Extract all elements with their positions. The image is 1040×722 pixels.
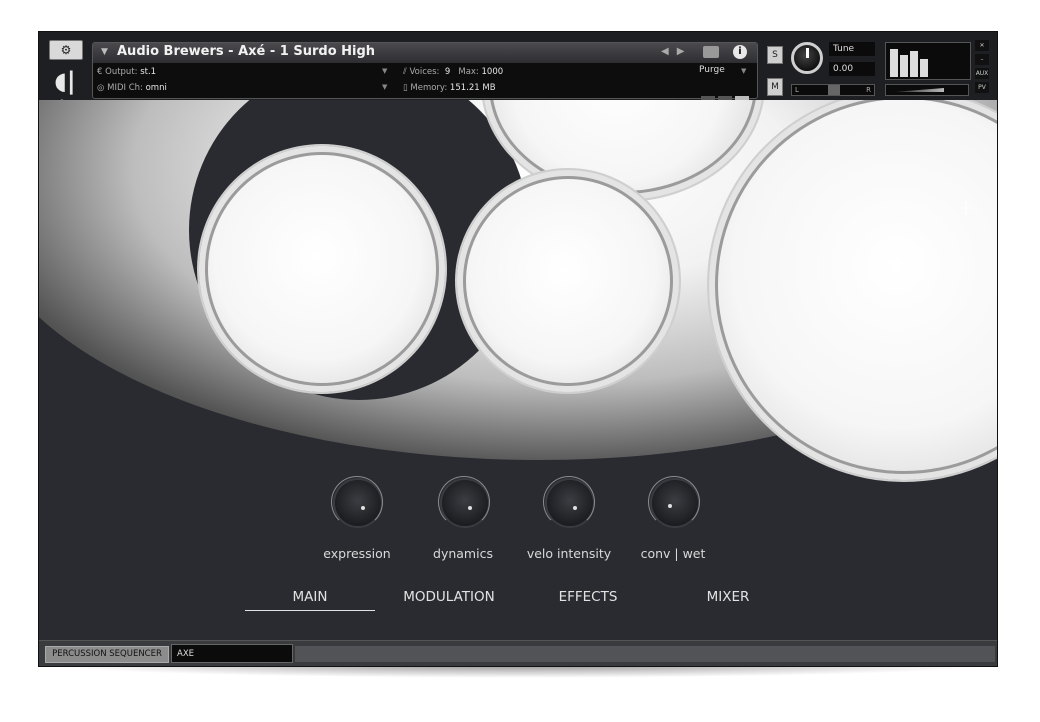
volume-slider[interactable] — [885, 84, 969, 96]
pv-button[interactable]: PV — [975, 82, 989, 93]
dynamics-knob[interactable] — [438, 476, 490, 528]
pan-left-label: L — [795, 86, 799, 94]
pan-right-label: R — [866, 86, 871, 94]
voices-value: 9 — [444, 67, 451, 77]
voices-label: Voices: — [409, 67, 440, 77]
instrument-header: ⚙ ◖|◗ ▼ Audio Brewers - Axé - 1 Surdo Hi… — [39, 32, 997, 120]
conv-wet-label: conv | wet — [640, 546, 706, 561]
conv-wet-knob[interactable] — [648, 476, 700, 528]
bottom-tab-bar: PERCUSSION SEQUENCER AXE — [39, 640, 997, 666]
tab-mixer[interactable]: MIXER — [663, 589, 793, 605]
close-icon[interactable]: ✕ — [975, 40, 989, 51]
drum-artwork: + — [39, 100, 997, 500]
velo-intensity-knob[interactable] — [543, 476, 595, 528]
midi-row: ◎ MIDI Ch: omni ▼ ▯ Memory: 151.21 MB — [97, 83, 496, 93]
output-row: € Output: st.1 ▼ ⫽ Voices: 9 Max: 1000 — [97, 67, 504, 77]
level-meter — [885, 42, 971, 80]
prev-next-arrows-icon[interactable]: ◀▶ — [661, 46, 692, 57]
logo-icon: ◖|◗ — [54, 67, 76, 120]
output-value[interactable]: st.1 — [140, 67, 156, 77]
instrument-info-box: ▼ Audio Brewers - Axé - 1 Surdo High ◀▶ … — [92, 42, 758, 100]
minimize-icon[interactable]: – — [975, 54, 989, 65]
memory-label: Memory: — [410, 83, 448, 93]
tab-modulation[interactable]: MODULATION — [384, 589, 514, 605]
wrench-icon[interactable]: ⚙ — [49, 40, 83, 60]
tune-knob[interactable] — [791, 42, 823, 74]
title-row: ▼ Audio Brewers - Axé - 1 Surdo High ◀▶ … — [93, 43, 757, 63]
midi-dropdown-icon[interactable]: ▼ — [382, 83, 387, 91]
tune-value[interactable]: 0.00 — [829, 62, 875, 76]
output-dropdown-icon[interactable]: ▼ — [382, 67, 387, 75]
tab-percussion-sequencer[interactable]: PERCUSSION SEQUENCER — [45, 646, 169, 663]
tab-main[interactable]: MAIN — [245, 589, 375, 605]
midi-value[interactable]: omni — [146, 83, 167, 93]
drum-left — [199, 146, 445, 392]
max-label: Max: — [458, 67, 479, 77]
aux-button[interactable]: AUX — [975, 68, 989, 79]
crosshair-icon: + — [957, 196, 976, 221]
solo-button[interactable]: S — [767, 46, 783, 64]
tune-label: Tune — [829, 42, 875, 56]
kontakt-instrument-window: ⚙ ◖|◗ ▼ Audio Brewers - Axé - 1 Surdo Hi… — [38, 31, 998, 667]
tab-axe[interactable]: AXE — [171, 644, 293, 663]
pan-slider[interactable]: L R — [791, 84, 875, 96]
drum-middle — [457, 170, 679, 392]
midi-label: MIDI Ch: — [107, 83, 143, 93]
expression-knob[interactable] — [331, 476, 383, 528]
mute-button[interactable]: M — [767, 78, 783, 96]
memory-value: 151.21 MB — [449, 83, 496, 93]
max-voices-value[interactable]: 1000 — [482, 67, 504, 77]
purge-dropdown-icon[interactable]: ▼ — [741, 67, 746, 75]
pan-handle[interactable] — [828, 85, 840, 95]
purge-button[interactable]: Purge — [699, 65, 725, 75]
info-icon[interactable]: i — [733, 45, 747, 59]
active-tab-underline — [245, 610, 375, 611]
collapse-arrow-icon[interactable]: ▼ — [101, 47, 108, 57]
window-buttons: ✕ – AUX PV — [975, 40, 989, 96]
instrument-title[interactable]: Audio Brewers - Axé - 1 Surdo High — [117, 44, 375, 59]
camera-icon[interactable] — [703, 46, 719, 58]
output-label: Output: — [105, 67, 138, 77]
tab-effects[interactable]: EFFECTS — [523, 589, 653, 605]
